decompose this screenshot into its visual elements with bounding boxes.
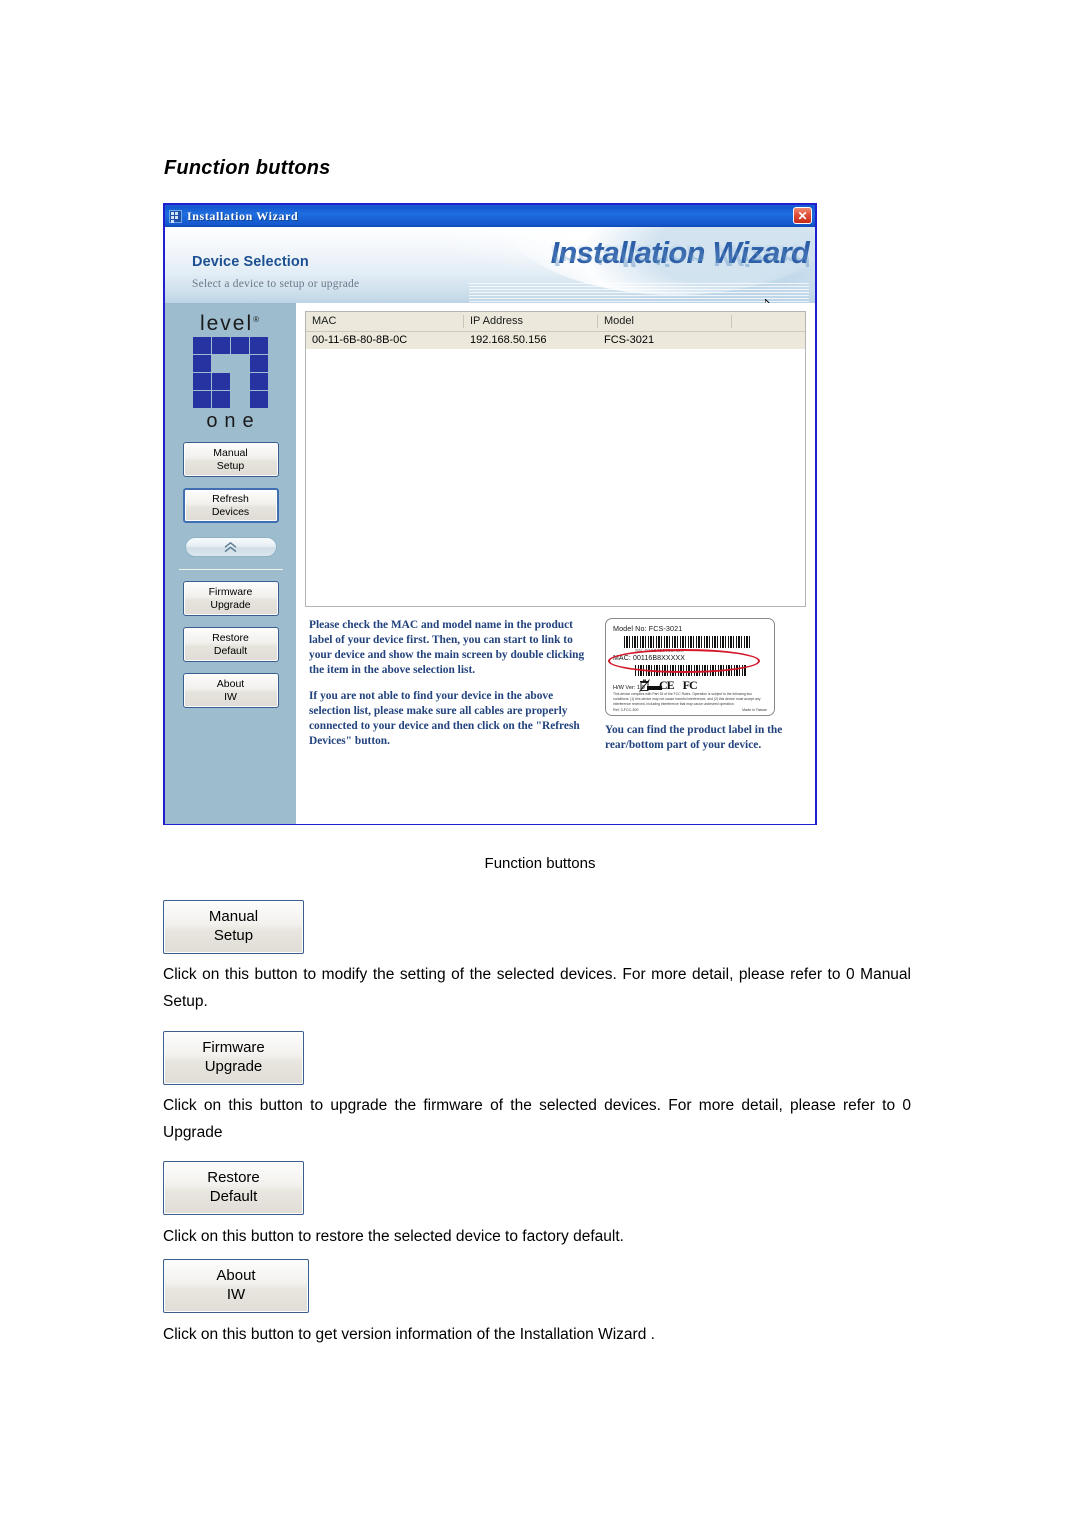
- app-icon: [169, 209, 182, 223]
- doc-manual-setup-line1: Manual: [208, 908, 259, 926]
- firmware-upgrade-label-line2: Upgrade: [210, 598, 251, 611]
- banner-wordmark-reflection: Installation Wizard: [550, 238, 809, 273]
- installation-wizard-window: Installation Wizard ✕ Device Selection S…: [163, 203, 817, 825]
- brand-level-text: level: [199, 312, 254, 335]
- device-list[interactable]: MAC IP Address Model 00-11-6B-80-8B-0C 1…: [305, 311, 806, 607]
- barcode-icon: [624, 636, 752, 648]
- product-label-origin: Made in Taiwan: [742, 707, 767, 712]
- doc-restore-default-line2: Default: [209, 1188, 258, 1205]
- banner-logo-group: Installation Wizard Installation Wizard: [469, 237, 810, 303]
- product-label-column: Model No: FCS-3021 SN: 0123456789ABC MAC…: [597, 618, 806, 753]
- doc-about-iw-text: Click on this button to get version info…: [163, 1326, 655, 1343]
- brand-word-one: one: [206, 410, 261, 432]
- levelone-logo: level® one: [188, 313, 274, 431]
- restore-default-label-line2: Default: [213, 644, 248, 657]
- cell-ip: 192.168.50.156: [470, 334, 547, 346]
- cell-model: FCS-3021: [604, 334, 655, 346]
- window-titlebar: Installation Wizard ✕: [165, 205, 815, 227]
- about-iw-label-line1: About: [216, 677, 245, 690]
- instruction-paragraph-2: If you are not able to find your device …: [309, 690, 580, 748]
- doc-firmware-upgrade-line1: Firmware: [202, 1039, 265, 1057]
- doc-restore-default-line1: Restore: [207, 1169, 260, 1187]
- instructions-area: Please check the MAC and model name in t…: [305, 618, 806, 753]
- banner-section-title: Device Selection: [192, 254, 309, 270]
- doc-about-iw-line2: IW: [226, 1286, 246, 1303]
- restore-default-button[interactable]: Restore Default: [182, 627, 279, 662]
- brand-word-level: level®: [188, 313, 274, 334]
- chevron-double-up-icon: [224, 541, 237, 552]
- refresh-devices-button[interactable]: Refresh Devices: [182, 488, 279, 523]
- product-label-model: Model No: FCS-3021: [613, 624, 683, 633]
- device-list-header: MAC IP Address Model: [306, 312, 805, 332]
- doc-about-iw-button[interactable]: About IW: [163, 1259, 309, 1313]
- page-title: Function buttons: [164, 157, 331, 179]
- product-label-serial: SN: 0123456789ABC: [635, 648, 685, 653]
- restore-default-label-line1: Restore: [212, 631, 249, 644]
- doc-about-iw-line1: About: [216, 1267, 256, 1285]
- barcode-icon-2: [635, 665, 747, 676]
- close-icon[interactable]: ✕: [793, 207, 812, 224]
- table-row[interactable]: 00-11-6B-80-8B-0C 192.168.50.156 FCS-302…: [306, 332, 805, 349]
- column-header-mac[interactable]: MAC: [306, 315, 464, 328]
- app-sidebar: level® one Manual Setup Refresh Devices: [165, 303, 296, 824]
- doc-manual-setup-text: Click on this button to modify the setti…: [163, 966, 911, 1010]
- figure-caption: Function buttons: [484, 855, 596, 872]
- app-main-panel: MAC IP Address Model 00-11-6B-80-8B-0C 1…: [296, 303, 815, 824]
- product-label-fine-print: This device complies with Part 15 of the…: [613, 692, 761, 706]
- product-label-ref: Ref: 3-FCC-300: [613, 707, 639, 712]
- refresh-devices-label-line1: Refresh: [212, 492, 249, 505]
- firmware-upgrade-button[interactable]: Firmware Upgrade: [182, 581, 279, 616]
- doc-restore-default-text: Click on this button to restore the sele…: [163, 1228, 624, 1245]
- instruction-paragraph-1: Please check the MAC and model name in t…: [309, 619, 585, 677]
- banner-subtitle: Select a device to setup or upgrade: [192, 278, 360, 290]
- mouse-cursor-icon: [765, 299, 770, 303]
- about-iw-button[interactable]: About IW: [182, 673, 279, 708]
- doc-firmware-upgrade-text: Click on this button to upgrade the firm…: [163, 1097, 911, 1141]
- sidebar-divider: [178, 569, 283, 570]
- column-header-filler: [732, 315, 805, 328]
- product-label-caption: You can find the product label in the re…: [605, 724, 783, 752]
- app-banner: Device Selection Select a device to setu…: [165, 227, 815, 303]
- manual-setup-label-line1: Manual: [213, 446, 248, 459]
- doc-firmware-upgrade-button[interactable]: Firmware Upgrade: [163, 1031, 304, 1085]
- product-label-footer: Ref: 3-FCC-300 Made in Taiwan: [613, 708, 767, 712]
- brand-block-glyph: [192, 337, 269, 409]
- instruction-text: Please check the MAC and model name in t…: [305, 618, 597, 753]
- cell-mac: 00-11-6B-80-8B-0C: [312, 334, 408, 346]
- app-body: level® one Manual Setup Refresh Devices: [165, 303, 815, 824]
- weee-bin-icon: [639, 679, 650, 692]
- window-title: Installation Wizard: [187, 208, 299, 223]
- column-header-ip[interactable]: IP Address: [464, 315, 598, 328]
- manual-setup-label-line2: Setup: [216, 459, 245, 472]
- about-iw-label-line2: IW: [224, 690, 237, 703]
- doc-restore-default-button[interactable]: Restore Default: [163, 1161, 304, 1215]
- refresh-devices-label-line2: Devices: [211, 505, 250, 518]
- banner-reflection-scanlines: [469, 283, 809, 303]
- product-label-mac: MAC: 00116B8XXXXX: [613, 655, 685, 662]
- doc-firmware-upgrade-line2: Upgrade: [204, 1058, 263, 1075]
- registered-mark: ®: [253, 315, 262, 324]
- collapse-panel-button[interactable]: [184, 537, 277, 557]
- column-header-model[interactable]: Model: [598, 315, 732, 328]
- firmware-upgrade-label-line1: Firmware: [208, 585, 253, 598]
- fcc-mark: FC: [682, 678, 698, 692]
- doc-manual-setup-button[interactable]: Manual Setup: [163, 900, 304, 954]
- doc-manual-setup-line2: Setup: [213, 927, 254, 944]
- product-label-image: Model No: FCS-3021 SN: 0123456789ABC MAC…: [605, 618, 775, 716]
- manual-setup-button[interactable]: Manual Setup: [182, 442, 279, 477]
